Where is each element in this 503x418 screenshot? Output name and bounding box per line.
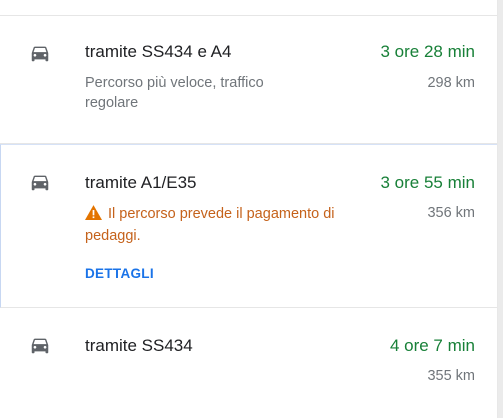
car-icon [31,46,49,62]
route-title: tramite SS434 e A4 [85,42,232,61]
route-title: tramite SS434 [85,336,193,355]
car-icon [31,175,49,191]
details-link[interactable]: DETTAGLI [85,266,154,281]
previous-route-edge [0,0,497,16]
route-description: Percorso più veloce, traffico regolare [85,75,264,111]
scrollbar-track[interactable] [498,0,503,418]
toll-warning: Il percorso prevede il pagamento di peda… [85,203,370,247]
route-option-1[interactable]: tramite SS434 e A4 3 ore 28 min Percorso… [0,16,497,144]
route-option-3[interactable]: tramite SS434 4 ore 7 min 355 km [0,308,497,418]
route-distance: 298 km [427,75,475,91]
route-duration: 3 ore 28 min [380,42,476,61]
route-distance: 356 km [427,205,475,221]
directions-panel: tramite SS434 e A4 3 ore 28 min Percorso… [0,0,498,418]
route-distance: 355 km [427,368,475,384]
warning-icon [85,205,102,220]
route-option-2[interactable]: tramite A1/E35 3 ore 55 min Il percorso … [0,144,497,308]
toll-warning-text: Il percorso prevede il pagamento di peda… [85,206,335,244]
route-title: tramite A1/E35 [85,173,197,192]
route-duration: 3 ore 55 min [380,173,476,192]
route-duration: 4 ore 7 min [389,336,475,355]
car-icon [31,338,49,354]
